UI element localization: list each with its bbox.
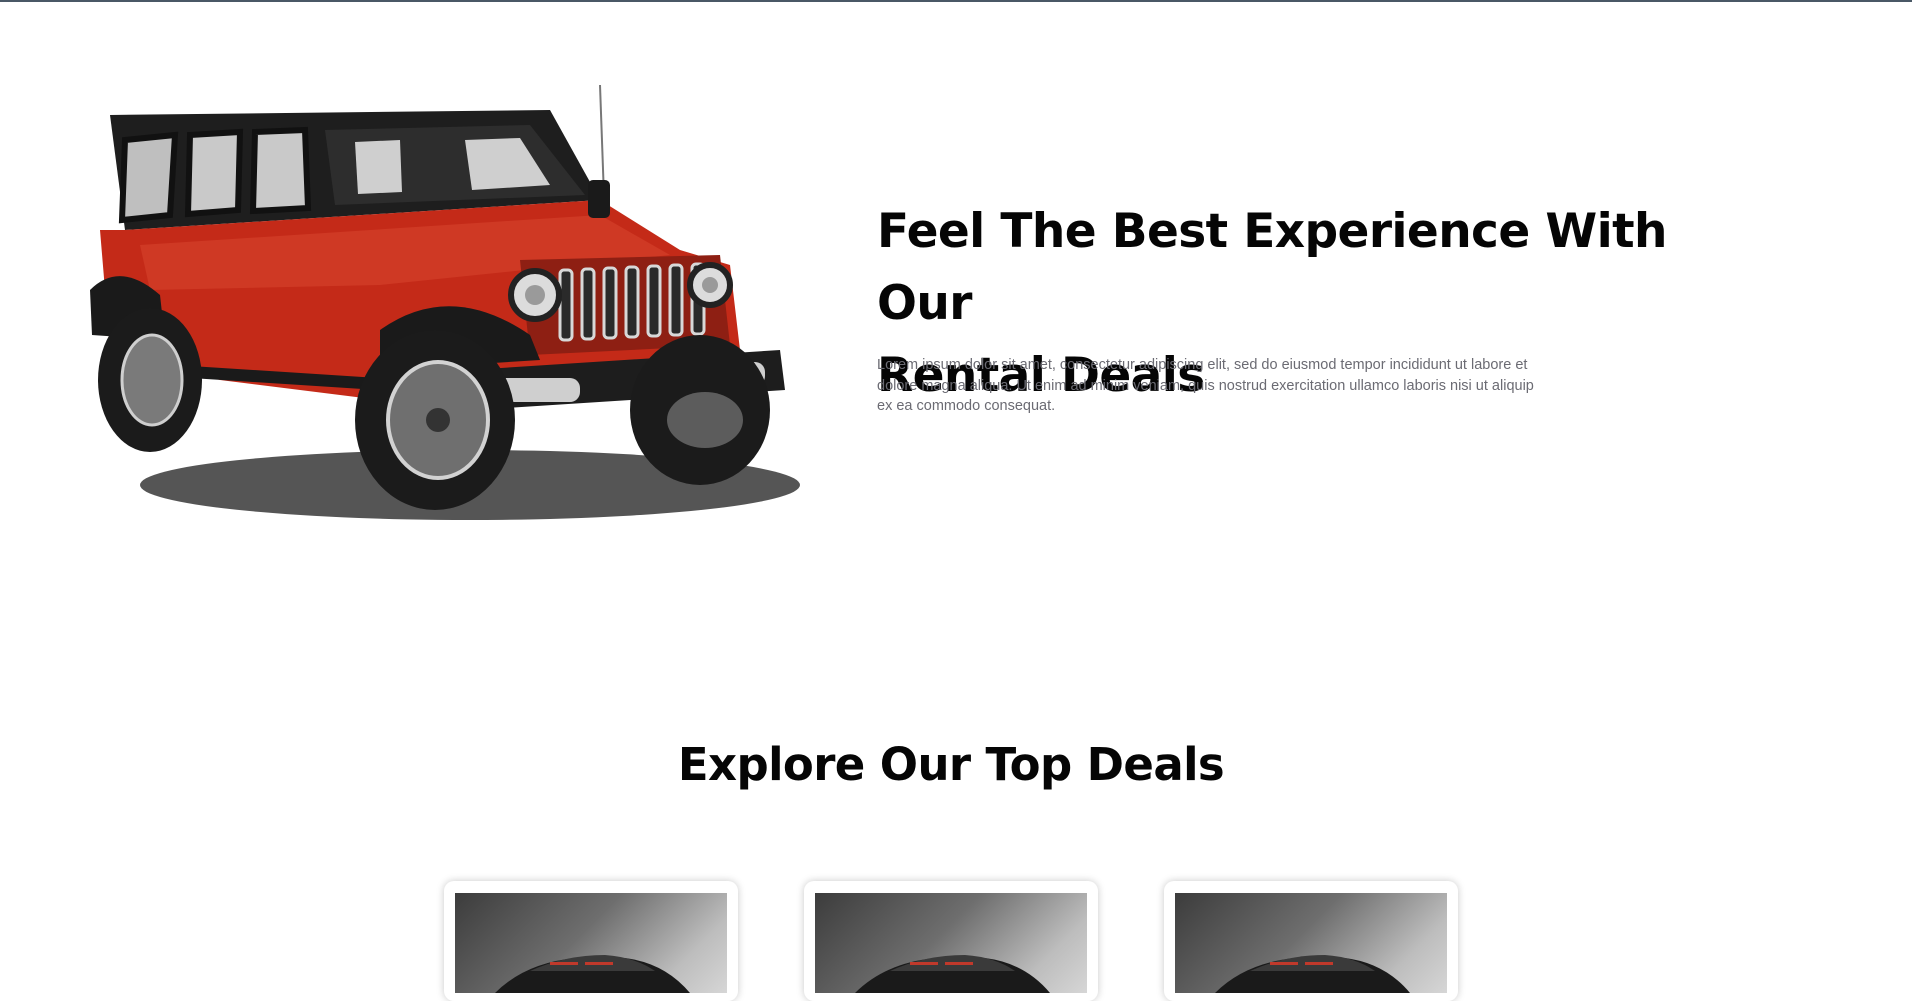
deal-car-image [455,893,727,993]
deal-card-3[interactable] [1164,881,1458,1001]
deal-card-2[interactable] [804,881,1098,1001]
deal-car-image [815,893,1087,993]
section-title: Explore Our Top Deals [677,738,1225,791]
hero-description: Lorem ipsum dolor sit amet, consectetur … [877,357,1534,414]
deal-car-image [1175,893,1447,993]
hero-title-line-1: Feel The Best Experience With Our [877,204,1667,331]
deal-card-1[interactable] [444,881,738,1001]
top-border [0,0,1912,2]
hero-car-image [80,80,800,525]
